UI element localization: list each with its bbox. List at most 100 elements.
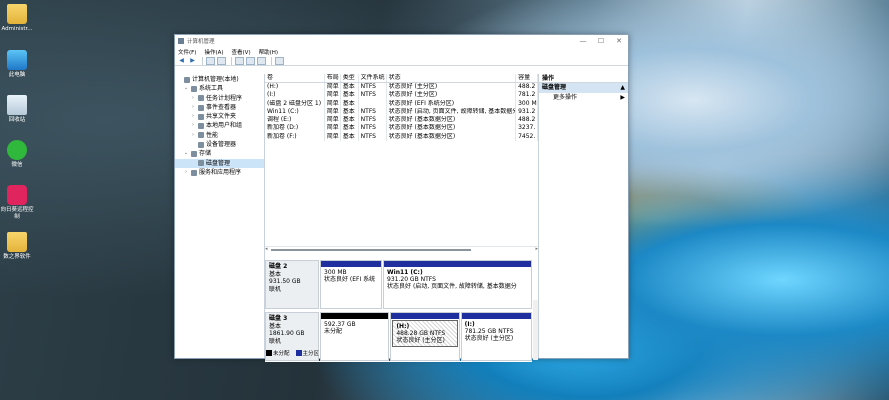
- desktop-icon[interactable]: 此电脑: [0, 50, 34, 79]
- scroll-left-icon[interactable]: ◂: [265, 246, 268, 252]
- menu-action[interactable]: 操作(A): [204, 48, 223, 56]
- column-header[interactable]: 卷: [265, 74, 325, 82]
- column-header[interactable]: 状态: [387, 74, 517, 82]
- table-row[interactable]: (磁盘 2 磁盘分区 1) 简单 基本 状态良好 (EFI 系统分区) 300 M: [265, 99, 538, 108]
- minimize-button[interactable]: —: [574, 37, 592, 45]
- expand-arrow-icon[interactable]: ⌄: [183, 149, 189, 158]
- column-header[interactable]: 容量: [516, 74, 538, 82]
- up-folder-icon[interactable]: [206, 56, 215, 65]
- partition-block[interactable]: 300 MB 状态良好 (EFI 系统: [320, 260, 383, 309]
- vertical-scrollbar[interactable]: [533, 300, 538, 360]
- tree-item[interactable]: 磁盘管理: [175, 158, 264, 168]
- tree-item-label: 性能: [206, 131, 219, 139]
- partition-title: (H:): [396, 323, 410, 330]
- expand-arrow-icon[interactable]: ›: [190, 103, 196, 112]
- table-row[interactable]: (I:) 简单 基本 NTFS 状态良好 (主分区) 781.2: [265, 91, 538, 100]
- partition-line2: 状态良好 (主分区): [396, 337, 445, 344]
- horizontal-scrollbar[interactable]: ◂ ▸: [265, 246, 538, 252]
- table-cell: NTFS: [359, 107, 387, 117]
- desktop-icon[interactable]: 微信: [0, 140, 34, 169]
- tree-item[interactable]: 设备管理器: [175, 140, 264, 149]
- partition-block[interactable]: (H:) 488.28 GB NTFS 状态良好 (主分区): [390, 312, 460, 361]
- disk-size: 931.50 GB: [269, 278, 301, 285]
- properties-icon[interactable]: [246, 56, 255, 65]
- table-cell: NTFS: [359, 91, 387, 100]
- back-arrow-icon[interactable]: ◀: [177, 57, 186, 65]
- tree-item[interactable]: › 性能: [175, 131, 264, 140]
- table-row[interactable]: Win11 (C:) 简单 基本 NTFS 状态良好 (启动, 页面文件, 故障转储, …: [265, 107, 538, 117]
- table-cell: [359, 99, 387, 108]
- expand-arrow-icon[interactable]: ›: [190, 131, 196, 140]
- table-row[interactable]: (H:) 简单 基本 NTFS 状态良好 (主分区) 488.2: [265, 83, 538, 92]
- expand-arrow-icon[interactable]: ›: [190, 121, 196, 130]
- expand-arrow-icon[interactable]: ›: [183, 168, 189, 177]
- partition-line1: 592.37 GB: [324, 321, 356, 328]
- disk-info[interactable]: 磁盘 2 基本 931.50 GB 联机: [265, 260, 319, 309]
- table-cell: 基本: [341, 83, 359, 92]
- view-icon[interactable]: [257, 56, 266, 65]
- todesk-icon: [7, 185, 27, 205]
- desktop-icon-label: 回收站: [8, 117, 26, 123]
- help-icon[interactable]: [235, 56, 244, 65]
- actions-section-disk-management[interactable]: 磁盘管理 ▲: [539, 83, 628, 93]
- desktop-icon-label: 向日葵远程控制: [0, 207, 34, 220]
- desktop-icon[interactable]: 数之界软件: [0, 232, 34, 261]
- column-header[interactable]: 文件系统: [359, 74, 387, 82]
- table-cell: Win11 (C:): [265, 107, 325, 117]
- partition-block[interactable]: Win11 (C:) 931.20 GB NTFS 状态良好 (启动, 页面文件, …: [383, 260, 532, 309]
- tree-node-icon: [184, 76, 190, 83]
- forward-arrow-icon[interactable]: ▶: [188, 57, 197, 65]
- tree-item[interactable]: 计算机管理(本地): [175, 75, 264, 84]
- console-tree: 计算机管理(本地) ⌄ 系统工具 › 任务计划程序 › 事件查看器 › 共享文件夹 › 本地用户和组…: [175, 74, 265, 358]
- maximize-button[interactable]: ☐: [592, 37, 610, 45]
- table-row[interactable]: 新加卷 (D:) 简单 基本 NTFS 状态良好 (基本数据分区) 3237.: [265, 124, 538, 133]
- recycle-bin-icon: [7, 95, 27, 115]
- tree-node-icon: [198, 113, 204, 120]
- console-tree-icon[interactable]: [217, 56, 226, 65]
- desktop-icon[interactable]: 向日葵远程控制: [0, 185, 34, 221]
- table-cell: 新加卷 (F:): [265, 132, 325, 142]
- tree-item[interactable]: ⌄ 存储: [175, 149, 264, 158]
- partition-line1: 781.25 GB NTFS: [464, 328, 514, 335]
- desktop-icon[interactable]: Administr...: [0, 4, 34, 33]
- tree-item[interactable]: › 任务计划程序: [175, 94, 264, 103]
- show-action-pane-icon[interactable]: [275, 56, 284, 65]
- tree-item[interactable]: ⌄ 系统工具: [175, 84, 264, 93]
- more-actions-label: 更多操作: [553, 94, 578, 101]
- partition-line2: 未分配: [324, 328, 343, 335]
- column-header[interactable]: 类型: [341, 74, 359, 82]
- menu-view[interactable]: 查看(V): [232, 48, 251, 56]
- expand-arrow-icon[interactable]: ›: [190, 112, 196, 121]
- expand-arrow-icon[interactable]: ⌄: [183, 84, 189, 93]
- expand-arrow-icon[interactable]: ›: [190, 94, 196, 103]
- more-actions-item[interactable]: 更多操作 ▶: [539, 93, 628, 103]
- desktop-icon-label: Administr...: [1, 26, 33, 32]
- tree-item-label: 本地用户和组: [206, 122, 243, 130]
- close-button[interactable]: ✕: [610, 37, 628, 45]
- desktop-icon[interactable]: 回收站: [0, 95, 34, 124]
- tree-item[interactable]: › 事件查看器: [175, 103, 264, 112]
- tree-item-label: 计算机管理(本地): [192, 76, 239, 83]
- disk-type: 基本: [269, 270, 282, 278]
- table-cell: 488.2: [516, 116, 538, 125]
- title-bar[interactable]: 计算机管理 — ☐ ✕: [175, 35, 628, 47]
- tree-item-label: 任务计划程序: [206, 94, 243, 102]
- partition-color-bar: [391, 313, 459, 319]
- collapse-arrow-icon[interactable]: ▲: [620, 83, 628, 93]
- tree-item[interactable]: › 服务和应用程序: [175, 168, 264, 177]
- menu-help[interactable]: 帮助(H): [259, 48, 278, 56]
- column-header[interactable]: 布局: [325, 74, 341, 82]
- tree-item[interactable]: › 本地用户和组: [175, 121, 264, 130]
- scroll-right-icon[interactable]: ▸: [535, 246, 538, 252]
- table-cell: 基本: [341, 124, 359, 133]
- partition-block[interactable]: (I:) 781.25 GB NTFS 状态良好 (主分区): [460, 312, 532, 361]
- tree-node-icon: [198, 132, 204, 139]
- scrollbar-thumb[interactable]: [271, 249, 471, 251]
- tree-item[interactable]: › 共享文件夹: [175, 112, 264, 121]
- tree-node-icon: [198, 104, 204, 111]
- menu-file[interactable]: 文件(F): [178, 48, 196, 56]
- table-row[interactable]: 新加卷 (F:) 简单 基本 NTFS 状态良好 (基本数据分区) 7452.: [265, 132, 538, 142]
- table-row[interactable]: 调程 (E:) 简单 基本 NTFS 状态良好 (基本数据分区) 488.2: [265, 116, 538, 125]
- disk-management-pane: 卷布局 类型 文件系统 状态 容量 (H:) 简单 基本 NTFS 状态良好 (主分区) 488.…: [265, 74, 539, 362]
- partition-block[interactable]: 592.37 GB 未分配: [320, 312, 390, 361]
